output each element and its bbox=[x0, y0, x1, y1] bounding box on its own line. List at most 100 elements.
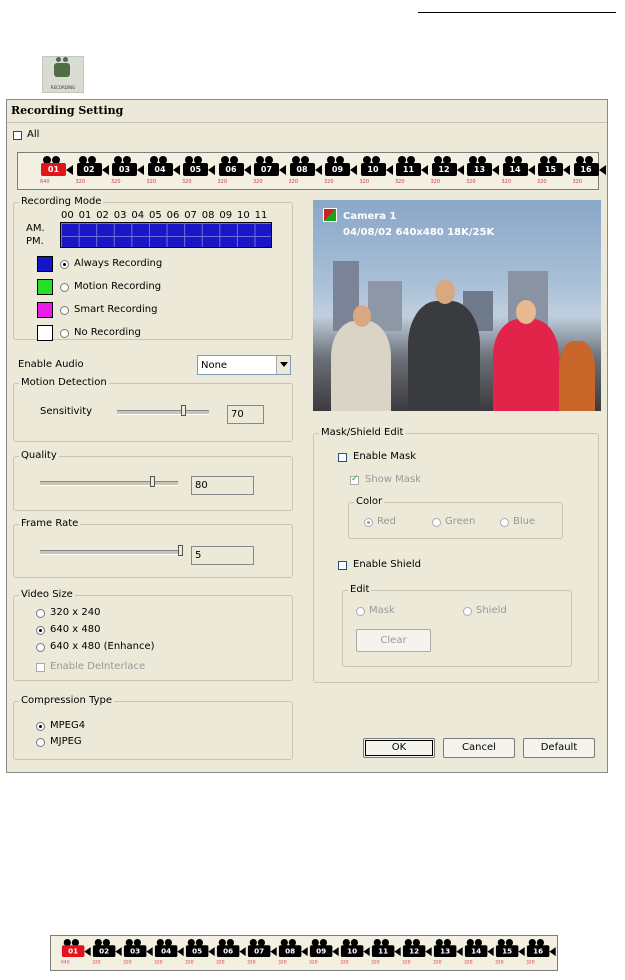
mode-radio-2[interactable] bbox=[60, 306, 69, 315]
camera-06-button[interactable]: 06 320 bbox=[218, 156, 252, 186]
deinterlace-checkbox[interactable] bbox=[36, 663, 45, 672]
mode-color-swatch bbox=[37, 302, 53, 318]
camera-number: 11 bbox=[371, 945, 395, 957]
audio-select[interactable]: None bbox=[197, 355, 291, 375]
color-radio-blue[interactable] bbox=[500, 518, 509, 527]
hour-label: 10 bbox=[237, 210, 250, 221]
all-checkbox[interactable] bbox=[13, 131, 22, 140]
camera-number: 04 bbox=[154, 945, 178, 957]
camera-08-button[interactable]: 08 320 bbox=[289, 156, 323, 186]
camera-02-button[interactable]: 02 320 bbox=[92, 939, 123, 966]
camera-11-button[interactable]: 11 320 bbox=[371, 939, 402, 966]
camera-number: 10 bbox=[360, 163, 386, 176]
camera-resolution: 320 bbox=[464, 959, 473, 966]
camera-number: 14 bbox=[464, 945, 488, 957]
camera-resolution: 320 bbox=[324, 179, 334, 185]
sensitivity-slider[interactable] bbox=[181, 405, 187, 416]
camera-05-button[interactable]: 05 320 bbox=[182, 156, 216, 186]
camera-07-button[interactable]: 07 320 bbox=[247, 939, 278, 966]
cancel-button[interactable]: Cancel bbox=[443, 738, 515, 758]
status-flag-icon bbox=[323, 208, 337, 222]
camera-04-button[interactable]: 04 320 bbox=[154, 939, 185, 966]
dialog-title: Recording Setting bbox=[11, 104, 124, 117]
camera-selector-bar-bottom: 01 640 02 320 03 320 04 320 05 320 06 320 07 320 08 320… bbox=[50, 935, 558, 971]
camera-15-button[interactable]: 15 320 bbox=[537, 156, 571, 186]
video-size-radio-1[interactable] bbox=[36, 626, 45, 635]
camera-07-button[interactable]: 07 320 bbox=[253, 156, 287, 186]
enable-mask-checkbox[interactable] bbox=[338, 453, 347, 462]
camera-05-button[interactable]: 05 320 bbox=[185, 939, 216, 966]
lens-icon bbox=[332, 947, 339, 957]
enable-mask-label: Enable Mask bbox=[353, 451, 416, 462]
compression-label-option: MPEG4 bbox=[50, 720, 86, 731]
camera-number: 16 bbox=[526, 945, 550, 957]
color-radio-red[interactable] bbox=[364, 518, 373, 527]
camera-14-button[interactable]: 14 320 bbox=[502, 156, 536, 186]
camera-08-button[interactable]: 08 320 bbox=[278, 939, 309, 966]
camera-number: 06 bbox=[216, 945, 240, 957]
camera-resolution: 320 bbox=[340, 959, 349, 966]
edit-radio-shield[interactable] bbox=[463, 607, 472, 616]
quality-track bbox=[40, 481, 178, 486]
schedule-grid[interactable] bbox=[60, 222, 272, 248]
camera-15-button[interactable]: 15 320 bbox=[495, 939, 526, 966]
edit-radio-mask[interactable] bbox=[356, 607, 365, 616]
frame-rate-slider[interactable] bbox=[178, 545, 183, 556]
camera-03-button[interactable]: 03 320 bbox=[123, 939, 154, 966]
hour-label: 11 bbox=[254, 210, 268, 221]
camera-09-button[interactable]: 09 320 bbox=[324, 156, 358, 186]
lens-icon bbox=[549, 947, 556, 957]
camera-14-button[interactable]: 14 320 bbox=[464, 939, 495, 966]
quality-label: Quality bbox=[19, 450, 59, 461]
ok-button[interactable]: OK bbox=[363, 738, 435, 758]
camera-resolution: 320 bbox=[309, 959, 318, 966]
video-size-radio-2[interactable] bbox=[36, 643, 45, 652]
default-button[interactable]: Default bbox=[523, 738, 595, 758]
lens-icon bbox=[137, 165, 144, 175]
camera-03-button[interactable]: 03 320 bbox=[111, 156, 145, 186]
camera-12-button[interactable]: 12 320 bbox=[402, 939, 433, 966]
deinterlace-label: Enable DeInterlace bbox=[50, 661, 146, 672]
chevron-down-icon[interactable] bbox=[276, 356, 290, 374]
show-mask-checkbox[interactable] bbox=[350, 474, 359, 485]
mode-radio-1[interactable] bbox=[60, 283, 69, 292]
camera-11-button[interactable]: 11 320 bbox=[395, 156, 429, 186]
mode-radio-0[interactable] bbox=[60, 260, 69, 269]
camera-resolution: 320 bbox=[359, 179, 370, 185]
camera-09-button[interactable]: 09 320 bbox=[309, 939, 340, 966]
enable-shield-checkbox[interactable] bbox=[338, 561, 347, 570]
camera-number: 04 bbox=[147, 163, 173, 176]
camera-13-button[interactable]: 13 320 bbox=[466, 156, 500, 186]
hour-label: 00 bbox=[61, 210, 74, 221]
camera-04-button[interactable]: 04 320 bbox=[147, 156, 181, 186]
preview-info: 04/08/02 640x480 18K/25K bbox=[343, 227, 495, 238]
camera-02-button[interactable]: 02 320 bbox=[76, 156, 110, 186]
camera-01-button[interactable]: 01 640 bbox=[40, 156, 74, 186]
edit-option-label: Shield bbox=[476, 605, 507, 616]
camera-selector-bar: 01 640 02 320 03 320 04 320 05 320 06 320 07 320 08 320… bbox=[17, 152, 606, 190]
show-mask-label: Show Mask bbox=[365, 474, 421, 485]
camera-01-button[interactable]: 01 640 bbox=[61, 939, 92, 966]
quality-slider[interactable] bbox=[150, 476, 156, 487]
camera-number: 14 bbox=[502, 163, 528, 176]
compression-radio-1[interactable] bbox=[36, 738, 45, 747]
camera-06-button[interactable]: 06 320 bbox=[216, 939, 247, 966]
video-size-radio-0[interactable] bbox=[36, 609, 45, 618]
lens-icon bbox=[208, 165, 215, 175]
mode-radio-3[interactable] bbox=[60, 329, 69, 338]
camera-16-button[interactable]: 16 320 bbox=[573, 156, 607, 186]
color-radio-green[interactable] bbox=[432, 518, 441, 527]
lens-icon bbox=[394, 947, 401, 957]
camera-12-button[interactable]: 12 320 bbox=[431, 156, 465, 186]
lens-icon bbox=[563, 165, 570, 175]
camera-16-button[interactable]: 16 320 bbox=[526, 939, 557, 966]
clear-button[interactable]: Clear bbox=[356, 629, 431, 652]
camera-10-button[interactable]: 10 320 bbox=[360, 156, 394, 186]
lens-icon bbox=[314, 165, 322, 175]
camera-13-button[interactable]: 13 320 bbox=[433, 939, 464, 966]
camera-number: 10 bbox=[340, 945, 364, 957]
camera-resolution: 320 bbox=[154, 959, 163, 966]
compression-radio-0[interactable] bbox=[36, 722, 45, 731]
camera-10-button[interactable]: 10 320 bbox=[340, 939, 371, 966]
camera-resolution: 320 bbox=[430, 179, 441, 185]
